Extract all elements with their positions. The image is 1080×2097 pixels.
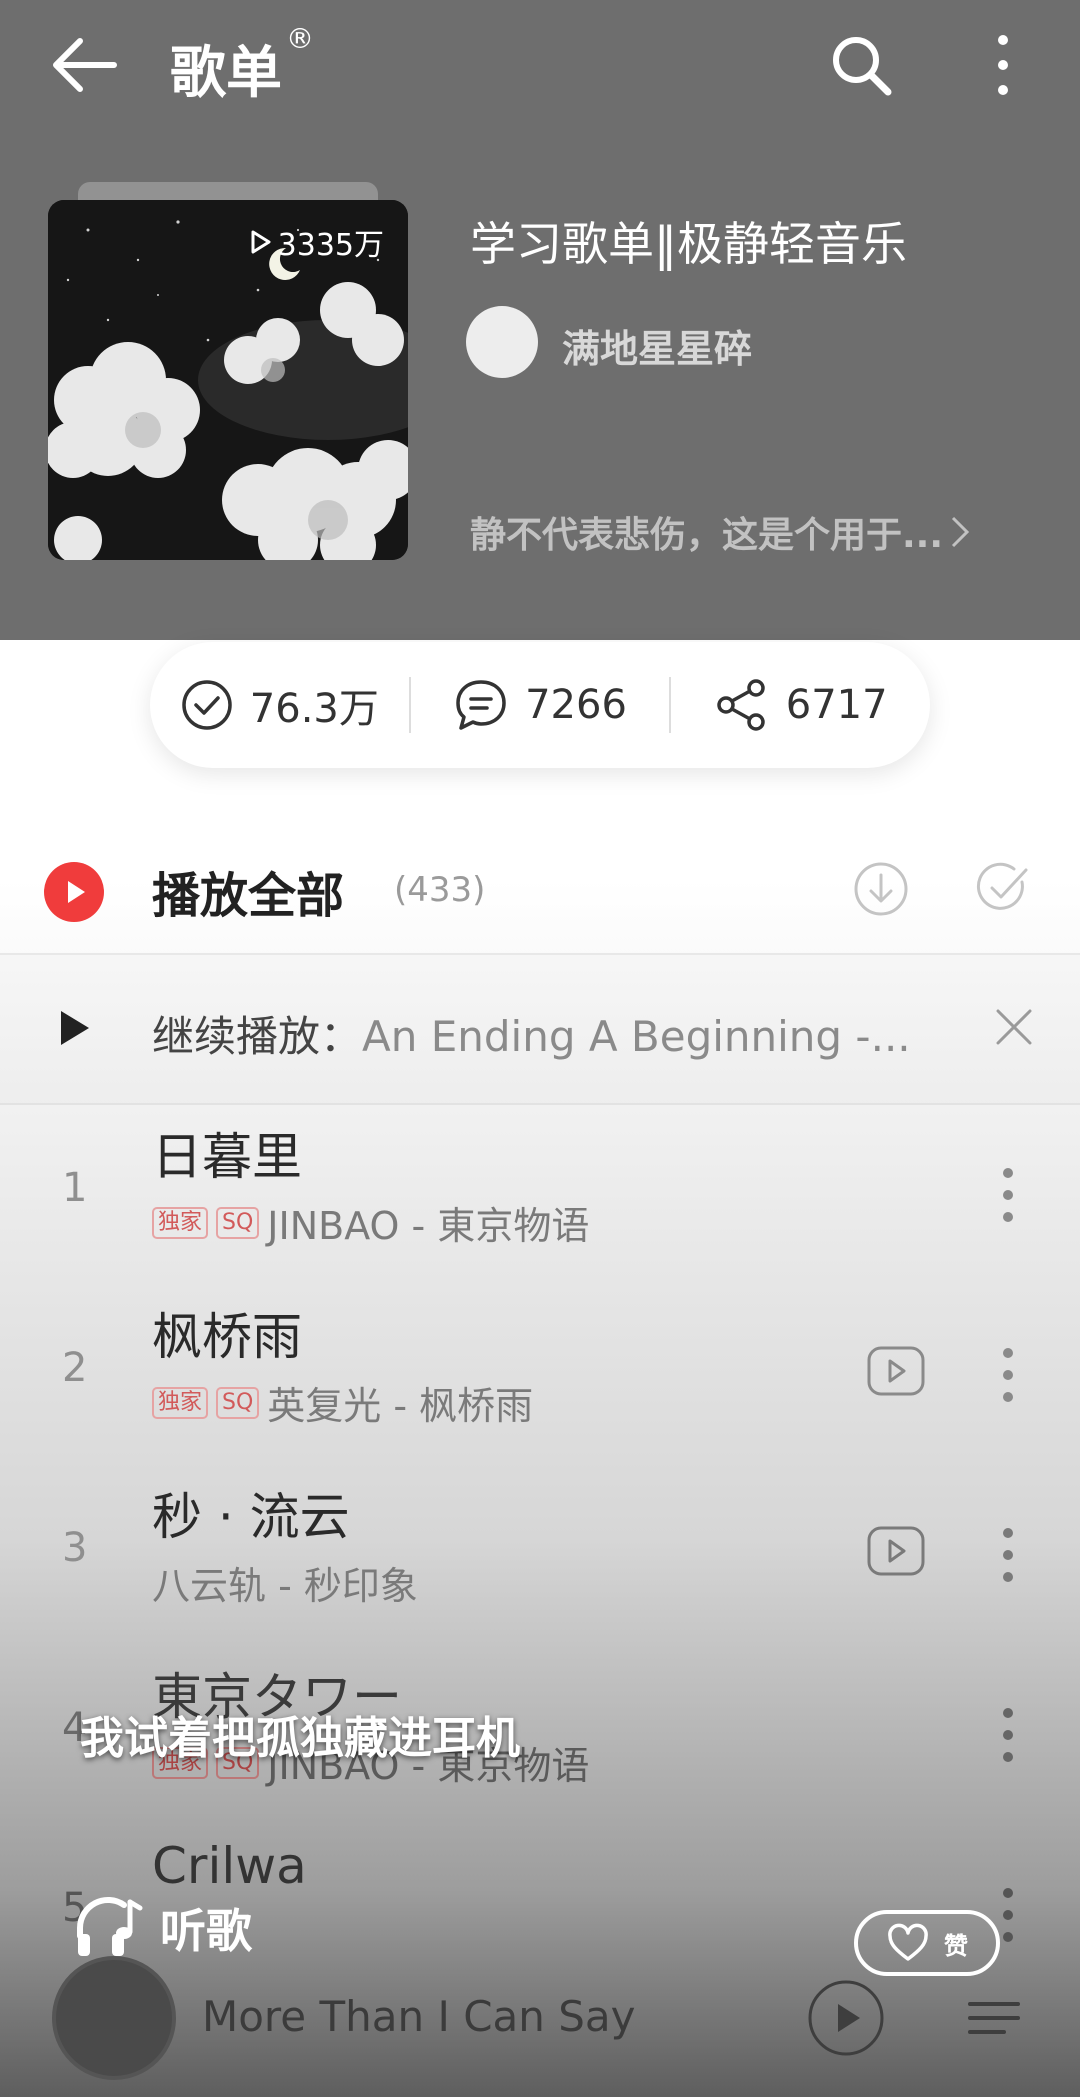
album-disc[interactable] [52, 1956, 176, 2080]
song-number: 3 [62, 1525, 88, 1571]
page-title: 歌单® [170, 22, 314, 106]
play-all-label: 播放全部 [152, 868, 345, 924]
mini-play-icon[interactable] [806, 1978, 886, 2058]
song-row[interactable]: 2 枫桥雨 独家 SQ 英复光 - 枫桥雨 [0, 1285, 1080, 1465]
creator-avatar[interactable] [466, 306, 538, 378]
artist-album: 英复光 - 枫桥雨 [267, 1384, 534, 1428]
back-arrow-icon[interactable] [50, 35, 120, 95]
song-title: 秒 · 流云 [152, 1488, 350, 1546]
song-title: Crilwa [152, 1837, 307, 1895]
playlist-page: 歌单® 3335万 学习歌单‖极静轻音乐 满地星星碎 静不代表悲伤，这是个用于.… [0, 0, 1080, 2097]
resume-playback-row[interactable]: 继续播放：An Ending A Beginning -... [0, 955, 1080, 1103]
song-row[interactable]: 1 日暮里 独家 SQ JINBAO - 東京物语 [0, 1105, 1080, 1285]
artist-album: JINBAO - 東京物语 [267, 1204, 590, 1248]
mv-play-icon[interactable] [866, 1345, 926, 1397]
comment-icon [456, 680, 506, 730]
song-subtitle: 独家 SQ JINBAO - 東京物语 [152, 1195, 589, 1250]
play-all-icon [68, 881, 85, 903]
more-options-icon[interactable] [996, 1703, 1020, 1767]
comment-button[interactable]: 7266 [411, 678, 670, 732]
creator-name[interactable]: 满地星星碎 [562, 318, 752, 373]
playlist-description[interactable]: 静不代表悲伤，这是个用于... [470, 506, 971, 558]
favorite-count: 76.3万 [249, 686, 379, 732]
song-subtitle: 独家 SQ 英复光 - 枫桥雨 [152, 1375, 533, 1430]
multi-select-icon[interactable] [974, 860, 1032, 918]
listen-label: 听歌 [160, 1904, 252, 1958]
play-icon [61, 1011, 89, 1045]
song-number: 2 [62, 1345, 88, 1391]
playlist-stats-bar: 76.3万 7266 6717 [150, 642, 930, 768]
favorite-button[interactable]: 76.3万 [150, 676, 409, 734]
description-text: 静不代表悲伤，这是个用于... [470, 515, 944, 556]
favorite-check-icon [182, 680, 232, 730]
sq-badge: SQ [216, 1386, 260, 1419]
song-title: 日暮里 [152, 1128, 302, 1186]
artist-album: 八云轨 - 秒印象 [152, 1564, 418, 1608]
play-count: 3335万 [250, 220, 384, 264]
search-icon[interactable] [830, 34, 894, 98]
share-button[interactable]: 6717 [671, 678, 930, 732]
exclusive-badge: 独家 [152, 1386, 209, 1419]
exclusive-badge: 独家 [152, 1206, 209, 1239]
heart-icon [888, 1923, 928, 1961]
song-row[interactable]: 3 秒 · 流云 八云轨 - 秒印象 [0, 1465, 1080, 1645]
song-subtitle: 八云轨 - 秒印象 [152, 1555, 418, 1610]
playlist-cover[interactable]: 3335万 [48, 200, 408, 560]
play-all-button[interactable] [44, 862, 104, 922]
close-icon[interactable] [994, 1007, 1034, 1047]
more-options-icon[interactable] [996, 1343, 1020, 1407]
like-label: 赞 [944, 1931, 968, 1960]
play-count-icon [251, 230, 271, 254]
playlist-title: 学习歌单‖极静轻音乐 [470, 217, 907, 271]
video-caption: 我试着把孤独藏进耳机 [80, 1713, 520, 1764]
like-button[interactable]: 赞 [854, 1910, 1000, 1976]
mini-player-text: More Than I Can Say [202, 1992, 636, 2041]
play-all-row[interactable]: 播放全部 (433) [0, 830, 1080, 950]
resume-text: 继续播放：An Ending A Beginning -... [152, 1003, 932, 1064]
share-count: 6717 [785, 682, 888, 728]
listen-music-button[interactable]: 听歌 [72, 1892, 252, 1964]
headphones-music-icon [77, 1896, 143, 1956]
resume-prefix: 继续播放： [152, 1012, 363, 1061]
top-bar: 歌单® [0, 0, 1080, 130]
registered-mark: ® [286, 22, 314, 55]
resume-song: An Ending A Beginning -... [362, 1012, 911, 1061]
song-number: 1 [62, 1165, 88, 1211]
song-count: (433) [394, 870, 486, 910]
more-options-icon[interactable] [985, 30, 1021, 100]
comment-count: 7266 [525, 682, 627, 728]
download-icon[interactable] [852, 860, 910, 918]
sq-badge: SQ [216, 1206, 260, 1239]
more-options-icon[interactable] [996, 1163, 1020, 1227]
chevron-right-icon [951, 516, 970, 548]
play-count-value: 3335万 [277, 228, 384, 263]
song-title: 枫桥雨 [152, 1308, 302, 1366]
share-icon [717, 679, 765, 731]
more-options-icon[interactable] [996, 1523, 1020, 1587]
mv-play-icon[interactable] [866, 1525, 926, 1577]
playlist-queue-icon[interactable] [964, 1992, 1024, 2042]
